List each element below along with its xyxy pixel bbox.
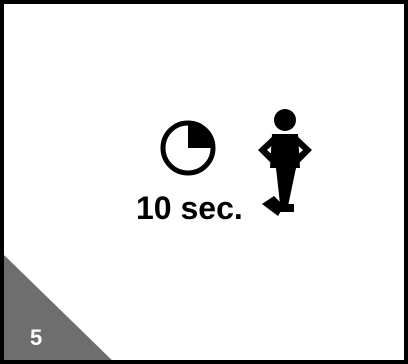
illustration-frame: 10 sec. — [0, 0, 408, 364]
step-corner-triangle — [4, 255, 112, 360]
step-number: 5 — [30, 325, 43, 350]
